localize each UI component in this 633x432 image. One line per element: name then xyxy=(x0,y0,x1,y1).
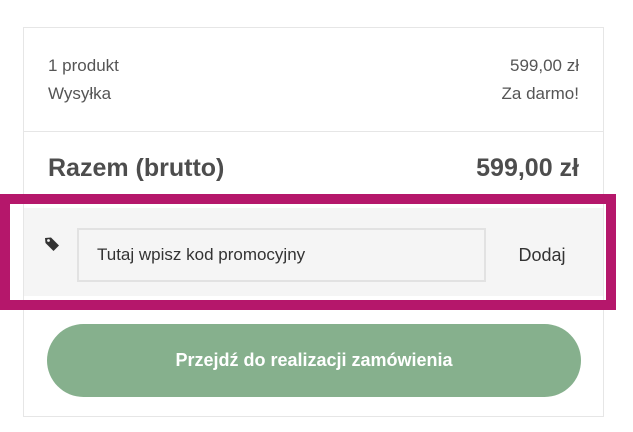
total-row: Razem (brutto) 599,00 zł xyxy=(48,154,579,183)
checkout-button[interactable]: Przejdź do realizacji zamówienia xyxy=(47,324,581,397)
shipping-value: Za darmo! xyxy=(501,84,579,103)
total-value: 599,00 zł xyxy=(476,154,579,182)
cart-summary-card: 1 produkt 599,00 zł Wysyłka Za darmo! Ra… xyxy=(23,27,604,417)
add-promo-button[interactable]: Dodaj xyxy=(502,228,582,282)
items-price: 599,00 zł xyxy=(510,56,579,75)
items-row: 1 produkt 599,00 zł xyxy=(48,56,579,76)
items-count-label: 1 produkt xyxy=(48,56,119,75)
tag-icon xyxy=(45,237,59,251)
promo-code-input[interactable] xyxy=(77,228,486,282)
shipping-row: Wysyłka Za darmo! xyxy=(48,84,579,104)
total-label: Razem (brutto) xyxy=(48,154,225,182)
shipping-label: Wysyłka xyxy=(48,84,112,103)
promo-code-section: Dodaj xyxy=(24,208,603,296)
cart-lines: 1 produkt 599,00 zł Wysyłka Za darmo! xyxy=(24,28,603,132)
